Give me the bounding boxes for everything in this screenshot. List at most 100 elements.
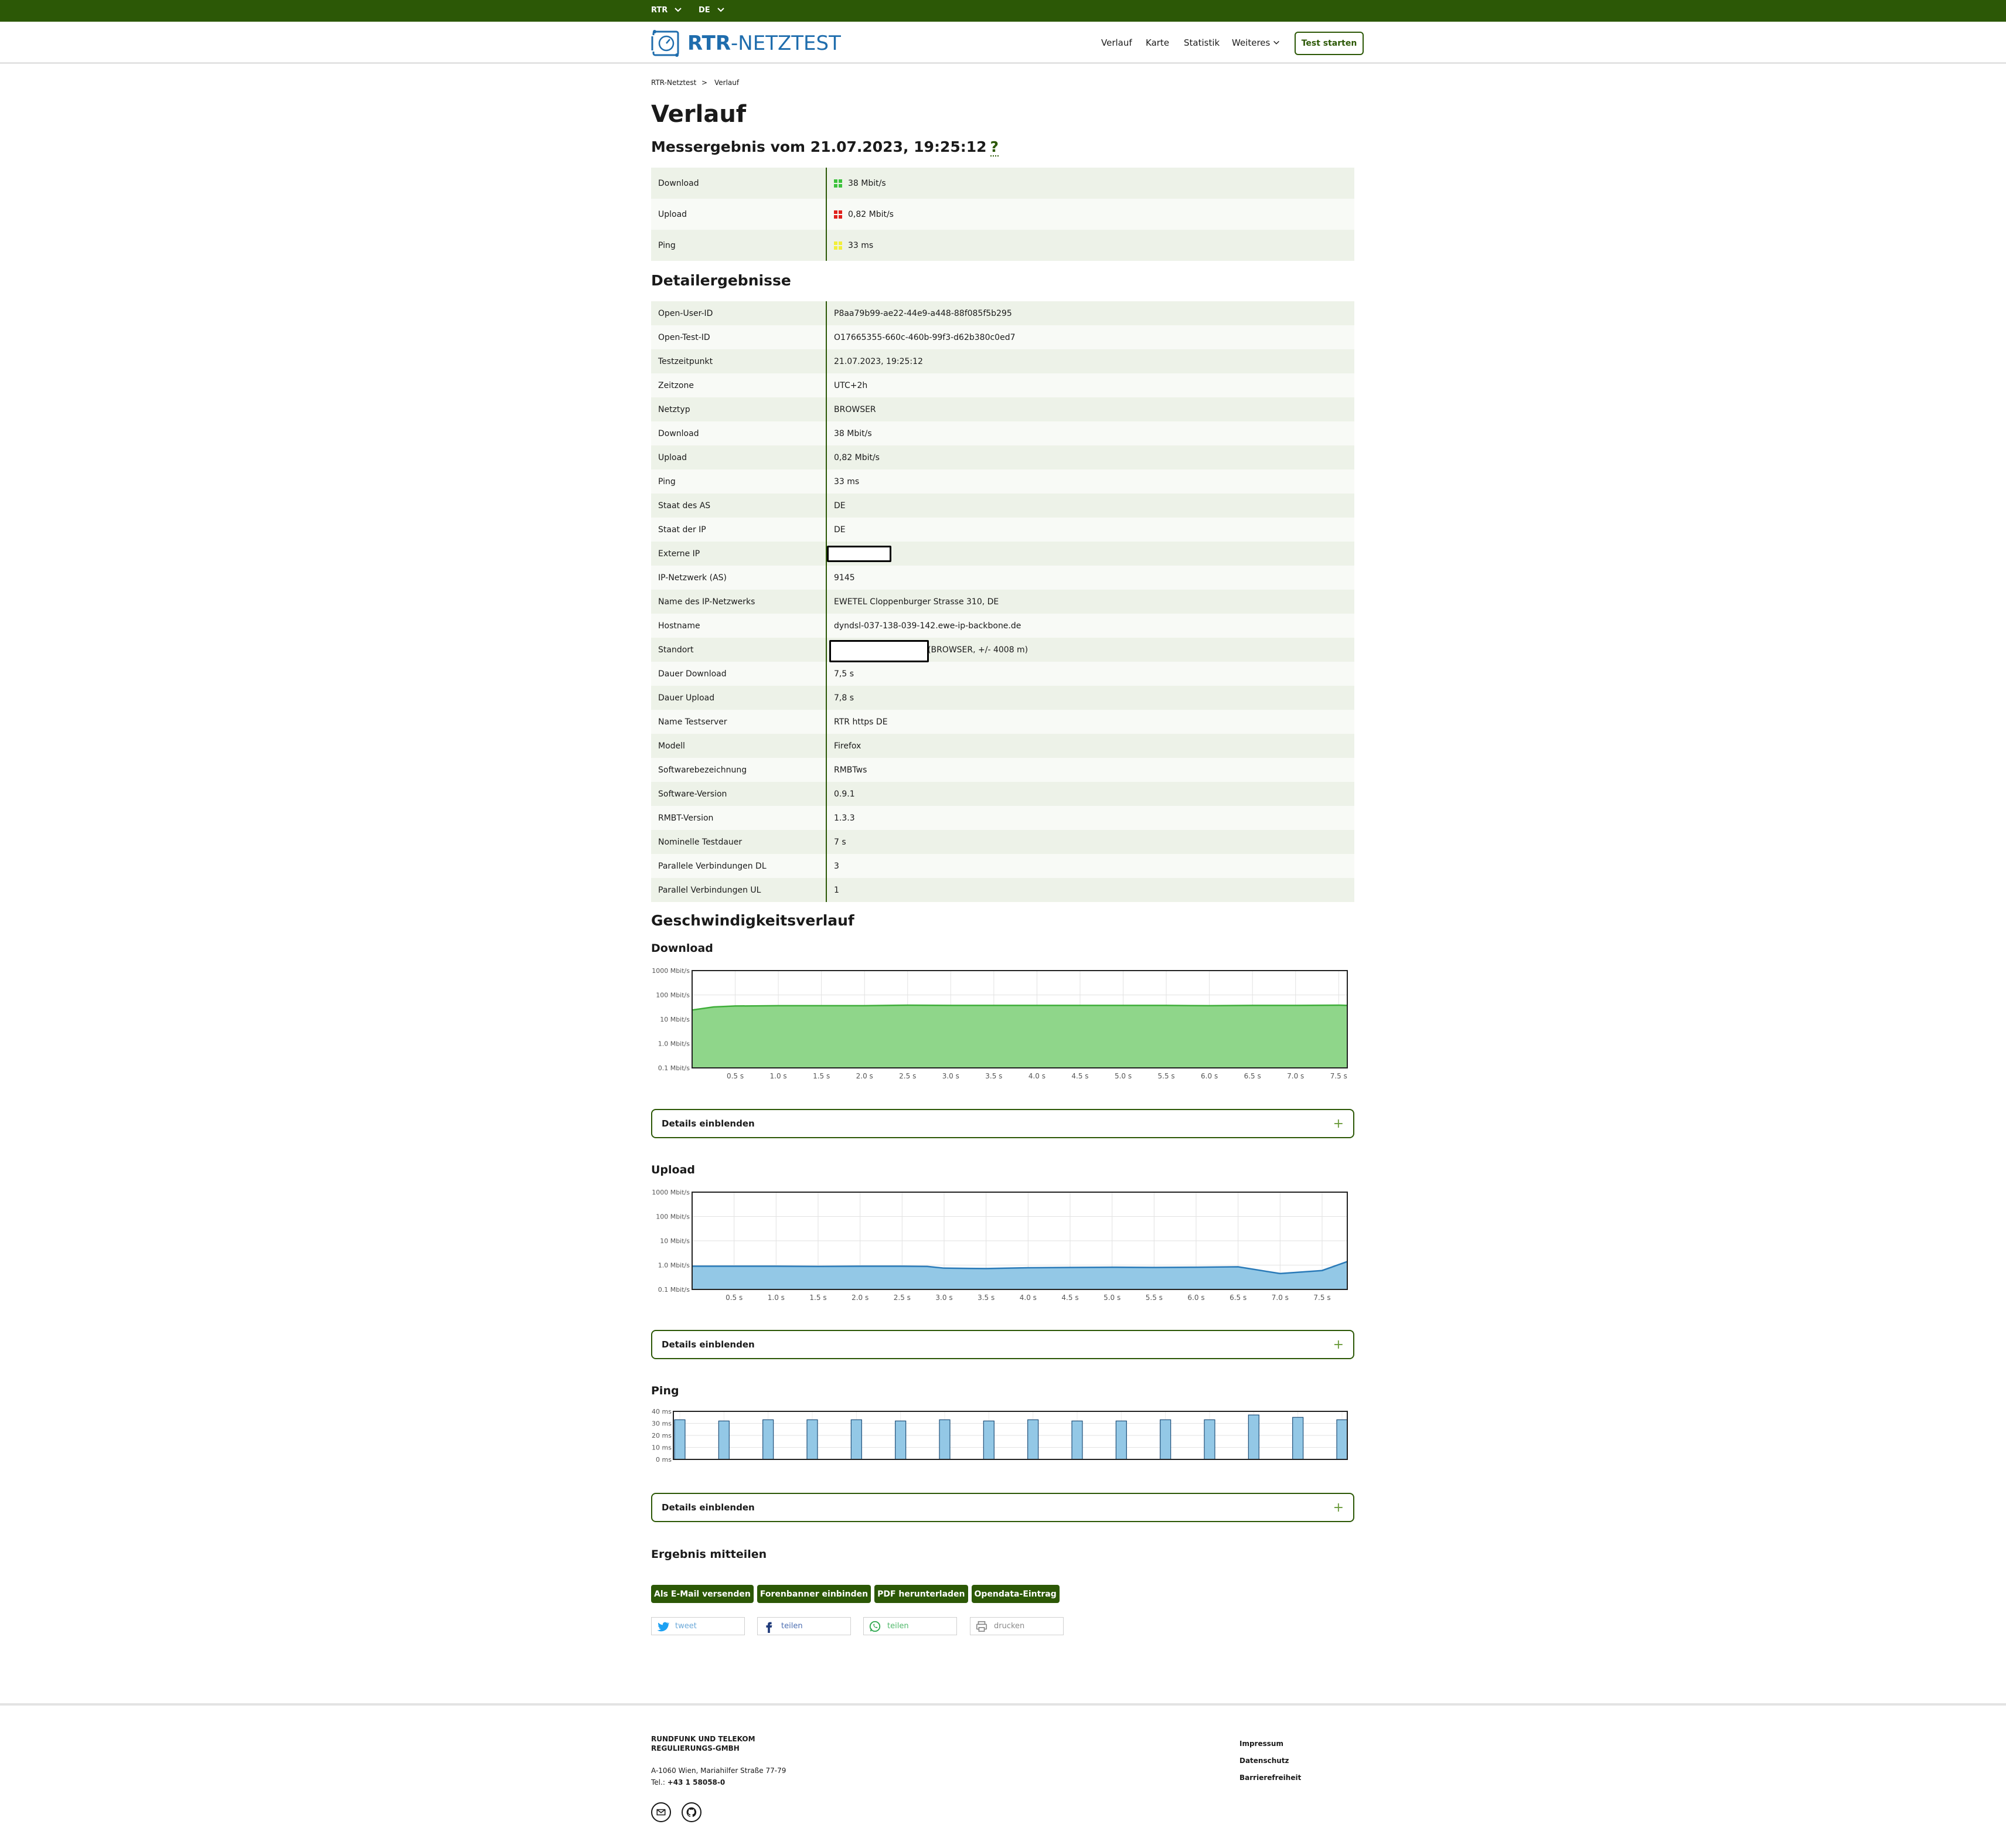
table-row: Download 38 Mbit/s (651, 168, 1354, 199)
table-row: Staat des AS DE (651, 494, 1354, 518)
x-tick-label: 2.5 s (899, 1072, 916, 1080)
email-icon[interactable] (651, 1802, 671, 1822)
help-icon[interactable]: ? (990, 138, 999, 156)
footer-org-line1: RUNDFUNK UND TELEKOM (651, 1735, 755, 1743)
row-value: 3 (834, 861, 839, 871)
download-quality-icon (834, 179, 842, 188)
row-value: O17665355-660c-460b-99f3-d62b380c0ed7 (834, 332, 1016, 342)
ping-bar (1027, 1419, 1039, 1460)
table-row: Parallel Verbindungen UL 1 (651, 878, 1354, 902)
tweet-button[interactable]: tweet (651, 1617, 745, 1635)
y-tick-label: 0.1 Mbit/s (658, 1286, 690, 1294)
nav-karte[interactable]: Karte (1146, 38, 1169, 48)
x-tick-label: 4.0 s (1020, 1294, 1037, 1302)
row-value: P8aa79b99-ae22-44e9-a448-88f085f5b295 (834, 308, 1012, 318)
upload-details-toggle[interactable]: Details einblenden + (651, 1330, 1354, 1359)
x-tick-label: 6.5 s (1230, 1294, 1246, 1302)
ping-value: 33 ms (848, 240, 874, 250)
footer-link-barrierefreiheit[interactable]: Barrierefreiheit (1239, 1774, 1301, 1782)
table-row: Name Testserver RTR https DE (651, 710, 1354, 734)
x-tick-label: 3.0 s (935, 1294, 952, 1302)
github-icon[interactable] (682, 1802, 701, 1822)
row-label: Staat des AS (651, 494, 827, 518)
row-label: Ping (651, 469, 827, 494)
row-label: Softwarebezeichnung (651, 758, 827, 782)
row-label: Download (651, 168, 827, 199)
x-tick-label: 1.5 s (813, 1072, 830, 1080)
ping-bar (939, 1419, 951, 1460)
printer-icon (976, 1621, 987, 1632)
pdf-download-button[interactable]: PDF herunterladen (874, 1585, 968, 1603)
ping-bar (1336, 1419, 1348, 1460)
table-row: RMBT-Version 1.3.3 (651, 806, 1354, 830)
whatsapp-share-button[interactable]: teilen (863, 1617, 957, 1635)
print-button[interactable]: drucken (970, 1617, 1064, 1635)
site-logo[interactable]: RTR-NETZTEST (651, 28, 841, 59)
details-table: Open-User-ID P8aa79b99-ae22-44e9-a448-88f… (651, 301, 1354, 902)
language-selector[interactable]: DE (699, 5, 726, 15)
x-tick-label: 7.5 s (1330, 1072, 1347, 1080)
ping-details-toggle[interactable]: Details einblenden + (651, 1493, 1354, 1522)
y-tick-label: 0.1 Mbit/s (658, 1064, 690, 1072)
table-row: Softwarebezeichnung RMBTws (651, 758, 1354, 782)
page-title: Verlauf (651, 101, 747, 128)
x-tick-label: 7.0 s (1287, 1072, 1304, 1080)
nav-statistik[interactable]: Statistik (1184, 38, 1220, 48)
row-value: 9145 (834, 573, 855, 583)
opendata-button[interactable]: Opendata-Eintrag (971, 1585, 1060, 1603)
table-row: Parallele Verbindungen DL 3 (651, 854, 1354, 878)
x-tick-label: 4.5 s (1061, 1294, 1078, 1302)
row-value: BROWSER (834, 404, 876, 414)
row-label: Standort (651, 638, 827, 662)
ping-bar (983, 1420, 995, 1460)
row-label: Zeitzone (651, 373, 827, 397)
nav-weiteres[interactable]: Weiteres (1232, 38, 1280, 48)
table-row: Download 38 Mbit/s (651, 421, 1354, 445)
row-label: Software-Version (651, 782, 827, 806)
row-label: Parallele Verbindungen DL (651, 854, 827, 878)
table-row: Upload 0,82 Mbit/s (651, 199, 1354, 230)
footer-org-line2: REGULIERUNGS-GMBH (651, 1744, 740, 1752)
facebook-share-button[interactable]: teilen (757, 1617, 851, 1635)
table-row: IP-Netzwerk (AS) 9145 (651, 566, 1354, 590)
y-tick-label: 1000 Mbit/s (652, 1189, 690, 1196)
footer-link-impressum[interactable]: Impressum (1239, 1740, 1283, 1748)
table-row: Netztyp BROWSER (651, 397, 1354, 421)
footer-phone-number[interactable]: +43 1 58058-0 (667, 1778, 726, 1786)
facebook-icon (766, 1622, 772, 1633)
row-value: DE (834, 525, 846, 535)
start-test-button[interactable]: Test starten (1295, 32, 1364, 55)
row-label: Testzeitpunkt (651, 349, 827, 373)
breadcrumb-home[interactable]: RTR-Netztest (651, 79, 696, 87)
ping-bar (806, 1419, 818, 1460)
upload-value: 0,82 Mbit/s (848, 209, 894, 219)
chevron-down-icon (675, 8, 682, 12)
row-label: Modell (651, 734, 827, 758)
row-value: 0,82 Mbit/s (827, 199, 894, 230)
x-tick-label: 1.5 s (809, 1294, 826, 1302)
table-row: Hostname dyndsl-037-138-039-142.ewe-ip-ba… (651, 614, 1354, 638)
forum-banner-button[interactable]: Forenbanner einbinden (757, 1585, 871, 1603)
footer-link-datenschutz[interactable]: Datenschutz (1239, 1757, 1289, 1765)
row-label: Parallel Verbindungen UL (651, 878, 827, 902)
row-value: RTR https DE (834, 717, 888, 727)
table-row: Modell Firefox (651, 734, 1354, 758)
ping-bar (718, 1420, 730, 1460)
rtr-selector[interactable]: RTR (651, 5, 683, 15)
x-tick-label: 4.5 s (1071, 1072, 1088, 1080)
speedometer-logo-icon (651, 30, 679, 57)
row-label: Upload (651, 445, 827, 469)
row-value: UTC+2h (834, 380, 868, 390)
chevron-down-icon (1273, 40, 1280, 45)
result-heading: Messergebnis vom 21.07.2023, 19:25:12? (651, 138, 999, 156)
table-row: Dauer Download 7,5 s (651, 662, 1354, 686)
row-value: EWETEL Cloppenburger Strasse 310, DE (834, 597, 999, 607)
nav-weiteres-label: Weiteres (1232, 38, 1271, 48)
x-tick-label: 1.0 s (768, 1294, 785, 1302)
table-row: Open-User-ID P8aa79b99-ae22-44e9-a448-88f… (651, 301, 1354, 325)
nav-verlauf[interactable]: Verlauf (1101, 38, 1132, 48)
row-value: 38 Mbit/s (827, 168, 886, 199)
x-tick-label: 2.0 s (852, 1294, 869, 1302)
email-button[interactable]: Als E-Mail versenden (651, 1585, 754, 1603)
download-details-toggle[interactable]: Details einblenden + (651, 1109, 1354, 1138)
